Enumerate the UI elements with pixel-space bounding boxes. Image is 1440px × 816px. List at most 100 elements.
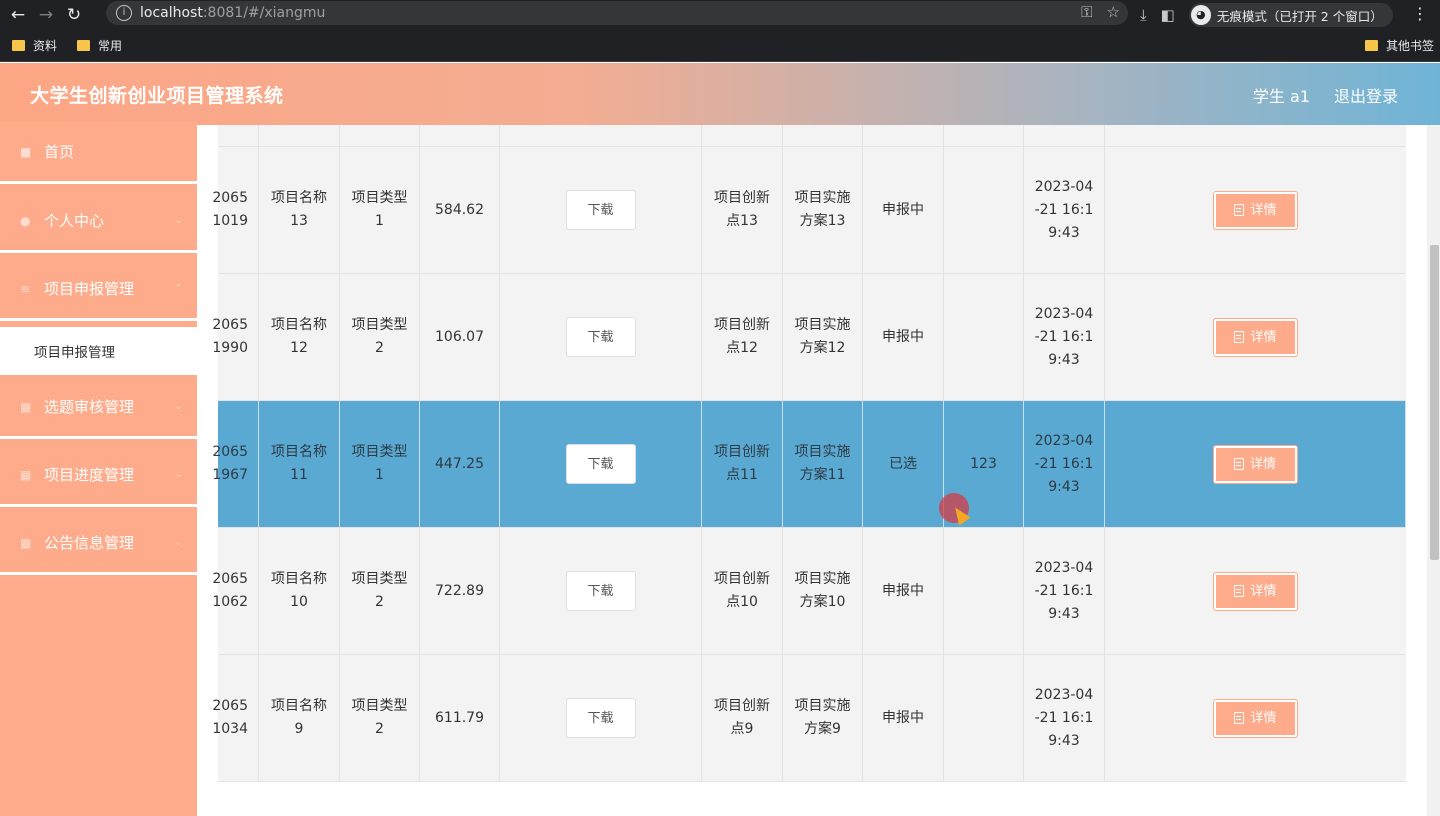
forward-icon[interactable]: → <box>32 5 60 25</box>
table-cell-time-text: 2023-04 -21 16:1 9:43 <box>1034 305 1094 368</box>
detail-button[interactable]: 详情 <box>1213 445 1297 483</box>
address-bar[interactable]: i localhost:8081/#/xiangmu ⚿ ☆ <box>106 1 1128 25</box>
user-name[interactable]: 学生 a1 <box>1253 83 1310 107</box>
table-cell-name-text: 项目名称 13 <box>271 190 327 229</box>
table-cell-name: 项目名称 12 <box>259 274 340 400</box>
table-cell-name: 项目名称 13 <box>259 147 340 273</box>
table-cell-name-text: 项目名称 12 <box>271 317 327 356</box>
table-cell-note <box>944 528 1024 654</box>
table-cell-id-text: 2065 1967 <box>212 444 248 483</box>
table-cell-amount-text: 447.25 <box>435 455 484 472</box>
table-cell-innovation-text: 项目创新 点10 <box>714 571 770 610</box>
reload-icon[interactable]: ↻ <box>60 5 88 25</box>
user-icon: ● <box>20 213 31 228</box>
table-cell-time: 2023-04 -21 16:1 9:43 <box>1024 401 1105 527</box>
table-cell-status: 申报中 <box>863 655 944 781</box>
download-icon[interactable]: ⤓ <box>1140 6 1147 24</box>
detail-button-label: 详情 <box>1250 329 1277 345</box>
table-cell-id: 2065 1062 <box>197 528 259 654</box>
table-cell-actions: 详情 <box>1105 125 1406 146</box>
table-cell-file: 下载 <box>500 147 702 273</box>
table-cell-actions: 详情 <box>1105 528 1406 654</box>
table-cell-name-text: 项目名称 9 <box>271 698 327 737</box>
table-cell-id-text: 2065 1019 <box>212 190 248 229</box>
table-cell-type-text: 项目类型 1 <box>351 190 408 229</box>
table-cell-plan: 项目实施 方案11 <box>783 401 863 527</box>
incognito-label: 无痕模式（已打开 2 个窗口） <box>1216 8 1383 24</box>
sidebar-item-profile[interactable]: ● 个人中心 ⌄ <box>0 191 197 253</box>
table-cell-time-text: 2023-04 -21 16:1 9:43 <box>1034 686 1094 749</box>
detail-button[interactable]: 详情 <box>1214 699 1297 737</box>
back-icon[interactable]: ← <box>4 5 32 25</box>
sidebar-item-project-apply[interactable]: ≡ 项目申报管理 ⌃ <box>0 259 197 321</box>
detail-button[interactable]: 详情 <box>1214 191 1297 229</box>
site-info-icon[interactable]: i <box>116 5 132 21</box>
table-row[interactable]: 2065 1034 项目名称 9 项目类型 2 611.79 下载 项目创新 点9 项目实施… <box>212 655 1406 782</box>
sidebar-item-label: 项目申报管理 <box>44 280 135 298</box>
table-row[interactable]: 2065 1986项目名称 14项目类型 1下载项目创新 点14项目实施 方案1… <box>218 125 1406 147</box>
sidebar-item-progress[interactable]: ▦ 项目进度管理 ⌄ <box>0 445 197 507</box>
table-cell-amount: 106.07 <box>420 274 500 400</box>
table-cell-actions: 详情 <box>1105 147 1406 273</box>
table-cell-name-text: 项目名称 11 <box>271 444 327 483</box>
logout-link[interactable]: 退出登录 <box>1334 83 1398 107</box>
download-button[interactable]: 下载 <box>565 571 636 611</box>
table-cell-type-text: 项目类型 2 <box>351 698 408 737</box>
chevron-down-icon: ⌄ <box>174 215 183 226</box>
browser-menu-icon[interactable]: ⋮ <box>1412 4 1428 23</box>
table-cell-name: 项目名称 14 <box>259 125 340 146</box>
table-row[interactable]: 2065 1990 项目名称 12 项目类型 2 106.07 下载 项目创新 点12 项目… <box>212 274 1406 401</box>
other-bookmarks-label: 其他书签 <box>1385 39 1434 53</box>
table-cell-type-text: 项目类型 2 <box>351 317 408 356</box>
table-cell-status-text: 申报中 <box>882 709 924 726</box>
bookmark-folder[interactable]: 常用 <box>77 37 122 54</box>
home-icon: ■ <box>20 144 32 159</box>
table-cell-status: 申报中 <box>863 528 944 654</box>
table-row[interactable]: 2065 1062 项目名称 10 项目类型 2 722.89 下载 项目创新 点10 项目… <box>212 528 1406 655</box>
key-icon[interactable]: ⚿ <box>1081 3 1092 21</box>
download-button[interactable]: 下载 <box>565 698 636 738</box>
table-cell-time: 2023-04 -21 16:1 9:43 <box>1024 528 1105 654</box>
folder-icon <box>12 40 25 51</box>
table-cell-amount-text: 106.07 <box>435 328 484 345</box>
table-cell-plan: 项目实施 方案13 <box>783 147 863 273</box>
sidebar-item-notices[interactable]: ▦ 公告信息管理 ⌄ <box>0 513 197 575</box>
grid-icon: ▦ <box>20 399 32 414</box>
app-header: 大学生创新创业项目管理系统 学生 a1 退出登录 <box>0 63 1440 125</box>
table-cell-innovation-text: 项目创新 点9 <box>714 698 770 737</box>
table-cell-note <box>944 147 1024 273</box>
sidebar-item-home[interactable]: ■ 首页 <box>0 122 197 184</box>
table-cell-note <box>944 655 1024 781</box>
table-cell-status-text: 申报中 <box>882 201 924 218</box>
download-button[interactable]: 下载 <box>565 317 636 357</box>
main-content: 2065 1986项目名称 14项目类型 1下载项目创新 点14项目实施 方案1… <box>197 125 1427 816</box>
incognito-badge[interactable]: ◕ 无痕模式（已打开 2 个窗口） <box>1188 3 1393 27</box>
scrollbar-thumb[interactable] <box>1430 245 1439 560</box>
table-cell-file: 下载 <box>500 274 702 400</box>
table-cell-time-text: 2023-04 -21 16:1 9:43 <box>1034 178 1094 241</box>
sidebar-subitem-project-apply[interactable]: 项目申报管理 <box>0 327 197 375</box>
table-cell-note <box>944 274 1024 400</box>
other-bookmarks[interactable]: 其他书签 <box>1364 37 1434 54</box>
detail-button[interactable]: 详情 <box>1214 318 1297 356</box>
sidebar-item-topic-review[interactable]: ▦ 选题审核管理 ⌄ <box>0 377 197 439</box>
sidebar-toggle-icon[interactable]: ◧ <box>1161 6 1175 24</box>
grid-icon: ▦ <box>20 467 32 482</box>
table-cell-type: 项目类型 1 <box>340 147 420 273</box>
table-cell-innovation: 项目创新 点13 <box>702 147 783 273</box>
table-cell-type: 项目类型 2 <box>340 528 420 654</box>
detail-button[interactable]: 详情 <box>1214 572 1297 610</box>
download-button[interactable]: 下载 <box>565 190 636 230</box>
sidebar-item-label: 个人中心 <box>44 212 105 230</box>
table-row[interactable]: 2065 1019 项目名称 13 项目类型 1 584.62 下载 项目创新 点13 项目… <box>212 147 1406 274</box>
download-button[interactable]: 下载 <box>565 444 636 484</box>
table-cell-file: 下载 <box>500 125 702 146</box>
star-icon[interactable]: ☆ <box>1107 3 1120 21</box>
table-cell-plan: 项目实施 方案14 <box>783 125 863 146</box>
detail-button-label: 详情 <box>1250 202 1277 218</box>
table-row[interactable]: 2065 1967 项目名称 11 项目类型 1 447.25 下载 项目创新 点11 项目… <box>212 401 1406 528</box>
table-cell-innovation-text: 项目创新 点12 <box>714 317 770 356</box>
bookmark-folder[interactable]: 资料 <box>12 37 57 54</box>
table-cell-note <box>944 125 1024 146</box>
table-cell-status: 已选 <box>863 401 944 527</box>
